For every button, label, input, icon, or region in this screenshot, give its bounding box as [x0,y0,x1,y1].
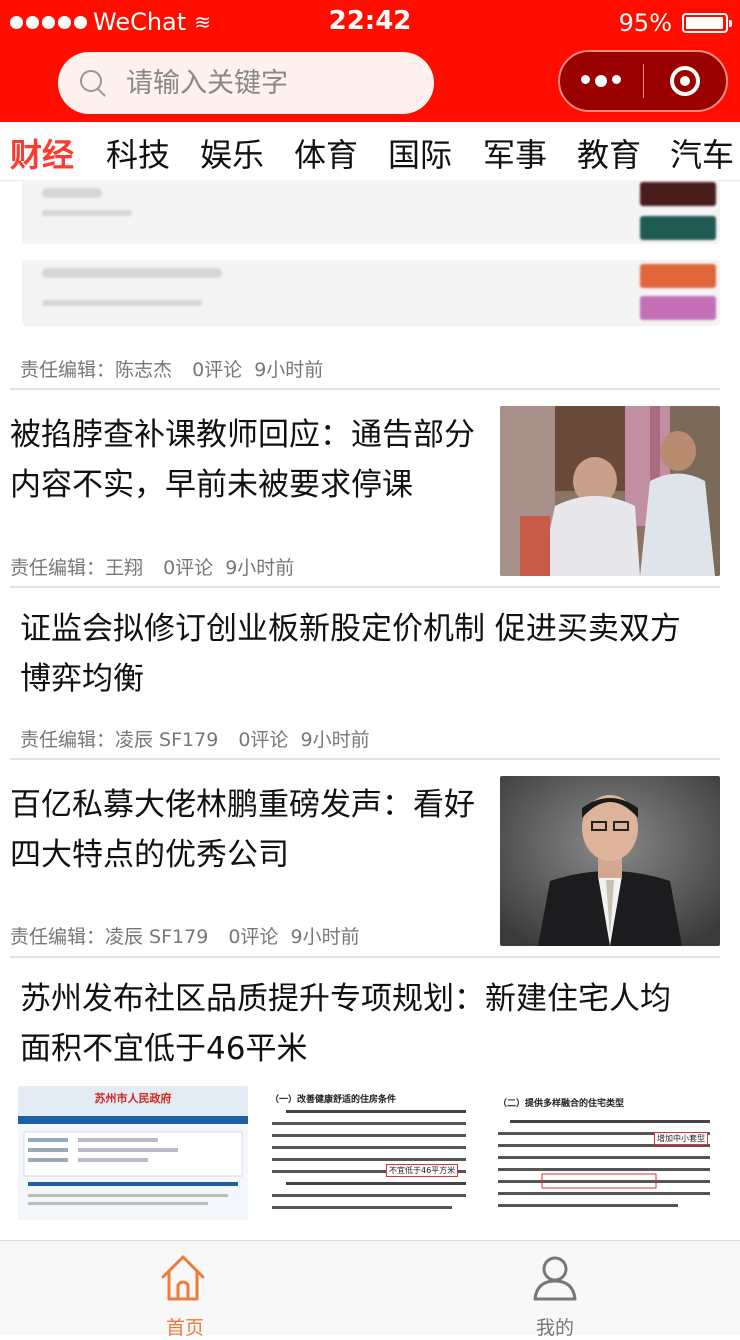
title-line: 博弈均衡 [20,661,144,697]
title-line: 面积不宜低于46平米 [20,1031,308,1067]
comment-count: 0评论 [163,557,214,579]
tab-international[interactable]: 国际 [388,130,452,176]
status-bar: WeChat ≋ 22:42 95% [0,0,740,46]
article-thumbnail[interactable] [500,406,720,576]
editor-label: 责任编辑：王翔 [10,557,144,579]
portrait-photo [500,776,720,946]
highlight-box: 增加中小套型 [654,1132,708,1145]
tab-finance[interactable]: 财经 [10,130,74,176]
article-meta: 责任编辑：凌辰 SF179 0评论 9小时前 [20,725,370,752]
preview-line [42,268,222,278]
title-line: 证监会拟修订创业板新股定价机制 促进买卖双方 [20,611,681,647]
bottom-tab-bar: 首页 我的 [0,1240,740,1339]
title-line: 被掐脖查补课教师回应：通告部分 [10,417,475,453]
title-line: 四大特点的优秀公司 [10,837,289,873]
article-meta: 责任编辑：凌辰 SF179 0评论 9小时前 [10,922,360,949]
article-image-1[interactable]: 苏州市人民政府 [18,1086,248,1220]
nav-profile-label: 我的 [535,1317,574,1339]
nav-home[interactable]: 首页 [0,1241,370,1339]
search-input[interactable] [124,66,418,100]
publish-time: 9小时前 [290,926,360,948]
nav-profile[interactable]: 我的 [370,1241,740,1339]
title-line: 苏州发布社区品质提升专项规划：新建住宅人均 [20,981,671,1017]
user-icon [533,1256,577,1301]
preview-row [22,180,720,244]
tab-sports[interactable]: 体育 [294,130,358,176]
preview-thumb [640,296,716,320]
gov-site-title: 苏州市人民政府 [94,1092,172,1105]
divider [10,586,720,588]
search-box[interactable] [58,52,434,114]
more-icon[interactable] [560,75,643,87]
preview-thumb [640,182,716,206]
title-line: 内容不实，早前未被要求停课 [10,467,413,503]
article-thumbnail[interactable] [500,776,720,946]
preview-line [42,188,102,198]
editor-label: 责任编辑：陈志杰 [20,359,173,381]
article-image-3[interactable]: （二）提供多样融合的住宅类型 增加中小套型 [488,1086,720,1220]
highlight-box: 不宜低于46平方米 [386,1164,459,1177]
article-title[interactable]: 证监会拟修订创业板新股定价机制 促进买卖双方 博弈均衡 [20,604,720,704]
article-title[interactable]: 被掐脖查补课教师回应：通告部分 内容不实，早前未被要求停课 [10,410,495,510]
category-tabs: 财经 科技 娱乐 体育 国际 军事 教育 汽车 [0,122,740,181]
tab-military[interactable]: 军事 [483,130,547,176]
header-bar [0,46,740,122]
divider [10,956,720,958]
target-icon [669,66,700,96]
tab-entertainment[interactable]: 娱乐 [200,130,264,176]
teacher-photo [500,406,720,576]
battery-group: 95% [618,9,732,37]
tab-tech[interactable]: 科技 [106,130,170,176]
title-line: 百亿私募大佬林鹏重磅发声：看好 [10,787,475,823]
publish-time: 9小时前 [300,729,370,751]
publish-time: 9小时前 [225,557,295,579]
article-title[interactable]: 苏州发布社区品质提升专项规划：新建住宅人均 面积不宜低于46平米 [20,974,720,1074]
tab-education[interactable]: 教育 [577,130,641,176]
preview-thumb [640,264,716,288]
article-image-2[interactable]: （一）改善健康舒适的住房条件 不宜低于46平方米 [266,1086,472,1220]
comment-count: 0评论 [228,926,279,948]
editor-label: 责任编辑：凌辰 SF179 [10,926,209,948]
miniprogram-capsule [558,50,728,112]
divider [10,388,720,390]
divider [10,758,720,760]
editor-label: 责任编辑：凌辰 SF179 [20,729,219,751]
home-icon [161,1255,205,1301]
document-text-lines [498,1120,710,1207]
gov-website-screenshot [18,1086,248,1220]
battery-icon [682,13,732,33]
article-preview-image[interactable] [22,180,720,328]
preview-row [22,260,720,326]
comment-count: 0评论 [192,359,243,381]
nav-home-label: 首页 [165,1317,204,1339]
article-title[interactable]: 百亿私募大佬林鹏重磅发声：看好 四大特点的优秀公司 [10,780,495,880]
comment-count: 0评论 [238,729,289,751]
preview-thumb [640,216,716,240]
article-meta: 责任编辑：陈志杰 0评论 9小时前 [20,355,323,382]
tab-auto[interactable]: 汽车 [670,130,734,176]
article-meta: 责任编辑：王翔 0评论 9小时前 [10,553,294,580]
document-text-lines [272,1110,466,1209]
publish-time: 9小时前 [254,359,324,381]
battery-percent: 95% [618,9,672,37]
preview-line [42,300,202,306]
close-miniprogram-button[interactable] [644,66,727,96]
search-icon [80,70,106,96]
preview-line [42,210,132,216]
